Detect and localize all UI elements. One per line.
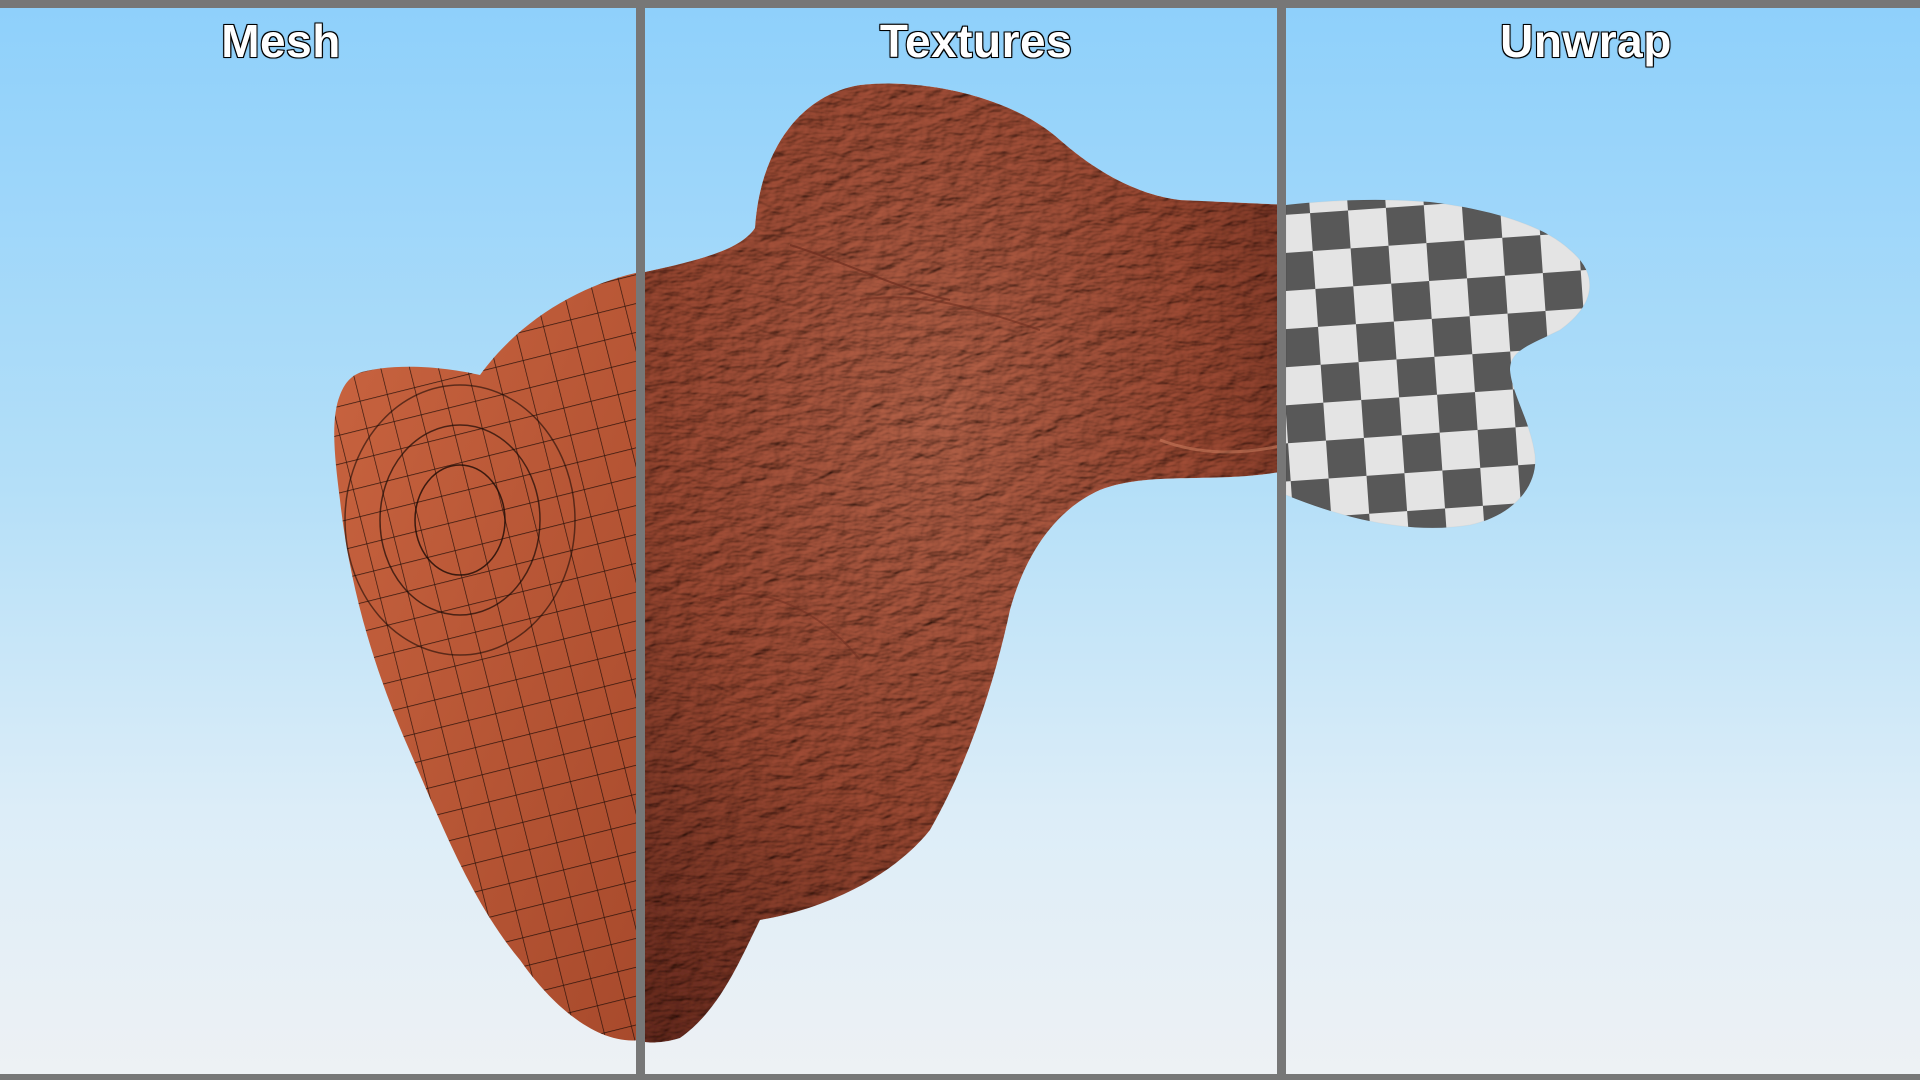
preview-stage: Mesh Textures Unwrap — [0, 0, 1920, 1080]
panel-title-textures: Textures — [879, 14, 1073, 68]
wireframe-overlay — [334, 272, 636, 1041]
model-render — [334, 83, 1591, 1043]
mesh-view — [334, 272, 636, 1041]
panel-divider-left — [636, 0, 645, 1080]
panel-divider-right — [1277, 0, 1286, 1080]
panel-title-mesh: Mesh — [220, 14, 341, 68]
panel-title-unwrap: Unwrap — [1499, 14, 1672, 68]
frame-bottom-border — [0, 1074, 1920, 1080]
texture-view — [645, 83, 1277, 1043]
frame-top-border — [0, 0, 1920, 8]
unwrap-view — [1286, 199, 1591, 529]
textured-body — [645, 83, 1277, 1043]
